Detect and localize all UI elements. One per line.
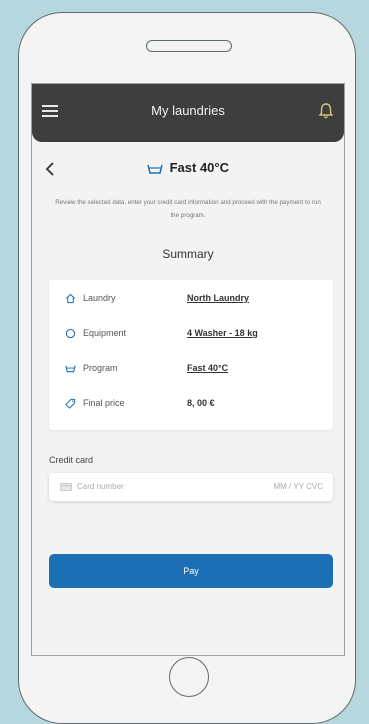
washer-icon [65,328,76,339]
app-bar-title: My laundries [151,103,225,118]
phone-home-button[interactable] [169,657,209,697]
credit-card-label: Credit card [49,455,94,465]
program-title-text: Fast 40°C [169,160,229,175]
summary-card: Laundry North Laundry Equipment 4 Washer… [49,280,333,430]
summary-title: Summary [162,247,214,261]
app-bar: My laundries [32,84,344,142]
summary-value-link[interactable]: Fast 40°C [187,363,228,373]
credit-card-input[interactable]: Card number MM / YY CVC [49,473,333,501]
expiry-cvc-placeholder: MM / YY CVC [273,482,324,491]
card-number-placeholder: Card number [77,482,124,491]
program-title: Fast 40°C [32,160,344,175]
summary-value-link[interactable]: North Laundry [187,293,249,303]
intro-text: Review the selected data, enter your cre… [55,199,321,219]
summary-label: Program [83,363,118,373]
summary-row-laundry: Laundry North Laundry [49,290,333,310]
summary-row-program: Program Fast 40°C [49,360,333,380]
wash-basin-icon [65,365,76,373]
summary-row-equipment: Equipment 4 Washer - 18 kg [49,325,333,345]
summary-label: Equipment [83,328,127,338]
app-screen: My laundries Fast 40°C Review the select… [31,83,345,656]
phone-frame: My laundries Fast 40°C Review the select… [18,12,356,724]
summary-value-link[interactable]: 4 Washer - 18 kg [187,328,258,338]
phone-speaker [146,40,232,52]
summary-label: Laundry [83,293,116,303]
tag-icon [65,398,76,409]
final-price-value: 8, 00 € [187,398,215,408]
summary-label: Final price [83,398,125,408]
wash-basin-icon [147,164,163,174]
bell-icon[interactable] [318,102,334,120]
summary-row-price: Final price 8, 00 € [49,395,333,415]
pay-button[interactable]: Pay [49,554,333,588]
home-icon [66,293,75,304]
credit-card-icon [60,483,72,491]
